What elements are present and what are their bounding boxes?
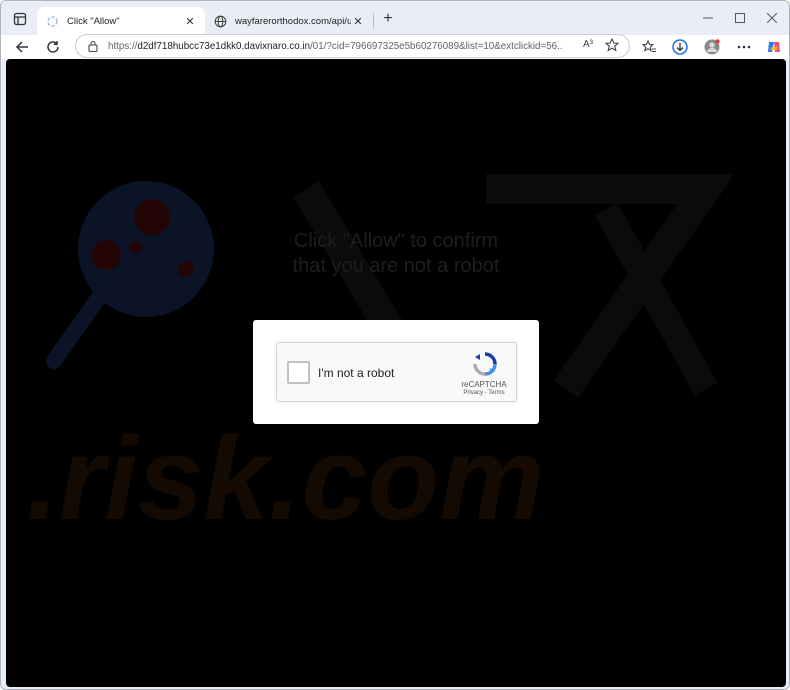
copilot-icon <box>768 42 780 52</box>
more-horizontal-icon <box>737 45 751 49</box>
checkbox-label: I'm not a robot <box>318 366 395 380</box>
tab-title: wayfarerorthodox.com/api/users <box>235 15 351 27</box>
more-options-button[interactable] <box>733 37 755 57</box>
headline-line-1: Click "Allow" to confirm <box>293 230 499 252</box>
tab-bar: Click "Allow" ✕ wayfarerorthodox.com/api… <box>1 1 789 35</box>
browser-window: Click "Allow" ✕ wayfarerorthodox.com/api… <box>0 0 790 690</box>
url-host: d2df718hubcc73e1dkk0.davixnaro.co.in <box>137 40 311 52</box>
downloads-button[interactable] <box>669 37 691 57</box>
minimize-icon <box>703 17 713 19</box>
back-arrow-icon <box>15 41 28 53</box>
read-aloud-button[interactable]: A³ <box>583 39 593 50</box>
svg-text:.risk.com: .risk.com <box>26 413 544 545</box>
avatar-icon <box>704 39 720 55</box>
recaptcha-brand: reCAPTCHA <box>461 380 507 389</box>
tab-close-button[interactable]: ✕ <box>351 14 365 28</box>
maximize-button[interactable] <box>725 9 755 27</box>
privacy-terms-links[interactable]: Privacy - Terms <box>449 390 519 396</box>
page-headline: Click "Allow" to confirm that you are no… <box>6 229 786 279</box>
lock-icon[interactable] <box>86 40 100 52</box>
close-window-button[interactable] <box>757 9 787 27</box>
url-path: /01/?cid=796697325e5b60276089&list=10&ex… <box>310 40 563 52</box>
navigation-toolbar: https://d2df718hubcc73e1dkk0.davixnaro.c… <box>1 34 789 59</box>
recaptcha-widget: I'm not a robot reCAPTCHA Privacy - Term… <box>276 342 517 402</box>
recaptcha-logo-icon <box>473 352 497 376</box>
close-icon <box>767 13 777 23</box>
profile-button[interactable] <box>701 37 723 57</box>
loading-spinner-icon <box>45 14 59 28</box>
tab-click-allow[interactable]: Click "Allow" ✕ <box>37 7 205 35</box>
maximize-icon <box>735 13 745 23</box>
captcha-dialog: I'm not a robot reCAPTCHA Privacy - Term… <box>253 320 539 424</box>
tab-wayfarer[interactable]: wayfarerorthodox.com/api/users ✕ <box>205 7 373 35</box>
tab-actions-button[interactable] <box>9 9 31 29</box>
refresh-icon <box>47 41 59 53</box>
tab-close-button[interactable]: ✕ <box>183 14 197 28</box>
refresh-button[interactable] <box>42 37 64 57</box>
new-tab-button[interactable]: + <box>379 10 397 28</box>
url-prefix: https:// <box>108 40 138 52</box>
back-button[interactable] <box>11 37 33 57</box>
tab-title: Click "Allow" <box>67 15 120 27</box>
download-icon <box>672 39 688 55</box>
url-text[interactable]: https://d2df718hubcc73e1dkk0.davixnaro.c… <box>108 41 563 52</box>
favorite-star-button[interactable] <box>604 37 620 57</box>
not-a-robot-checkbox[interactable] <box>287 361 310 384</box>
tab-separator <box>373 13 374 29</box>
copilot-button[interactable] <box>763 37 785 57</box>
minimize-button[interactable] <box>693 9 723 27</box>
globe-icon <box>213 14 227 28</box>
favorites-list-icon <box>641 40 656 53</box>
headline-line-2: that you are not a robot <box>292 255 500 277</box>
favorites-button[interactable] <box>638 37 660 57</box>
address-bar[interactable]: https://d2df718hubcc73e1dkk0.davixnaro.c… <box>75 34 630 58</box>
tab-actions-icon <box>13 12 27 26</box>
page-content: .risk.com Click "Allow" to confirm that … <box>6 59 786 687</box>
star-icon <box>604 37 620 52</box>
